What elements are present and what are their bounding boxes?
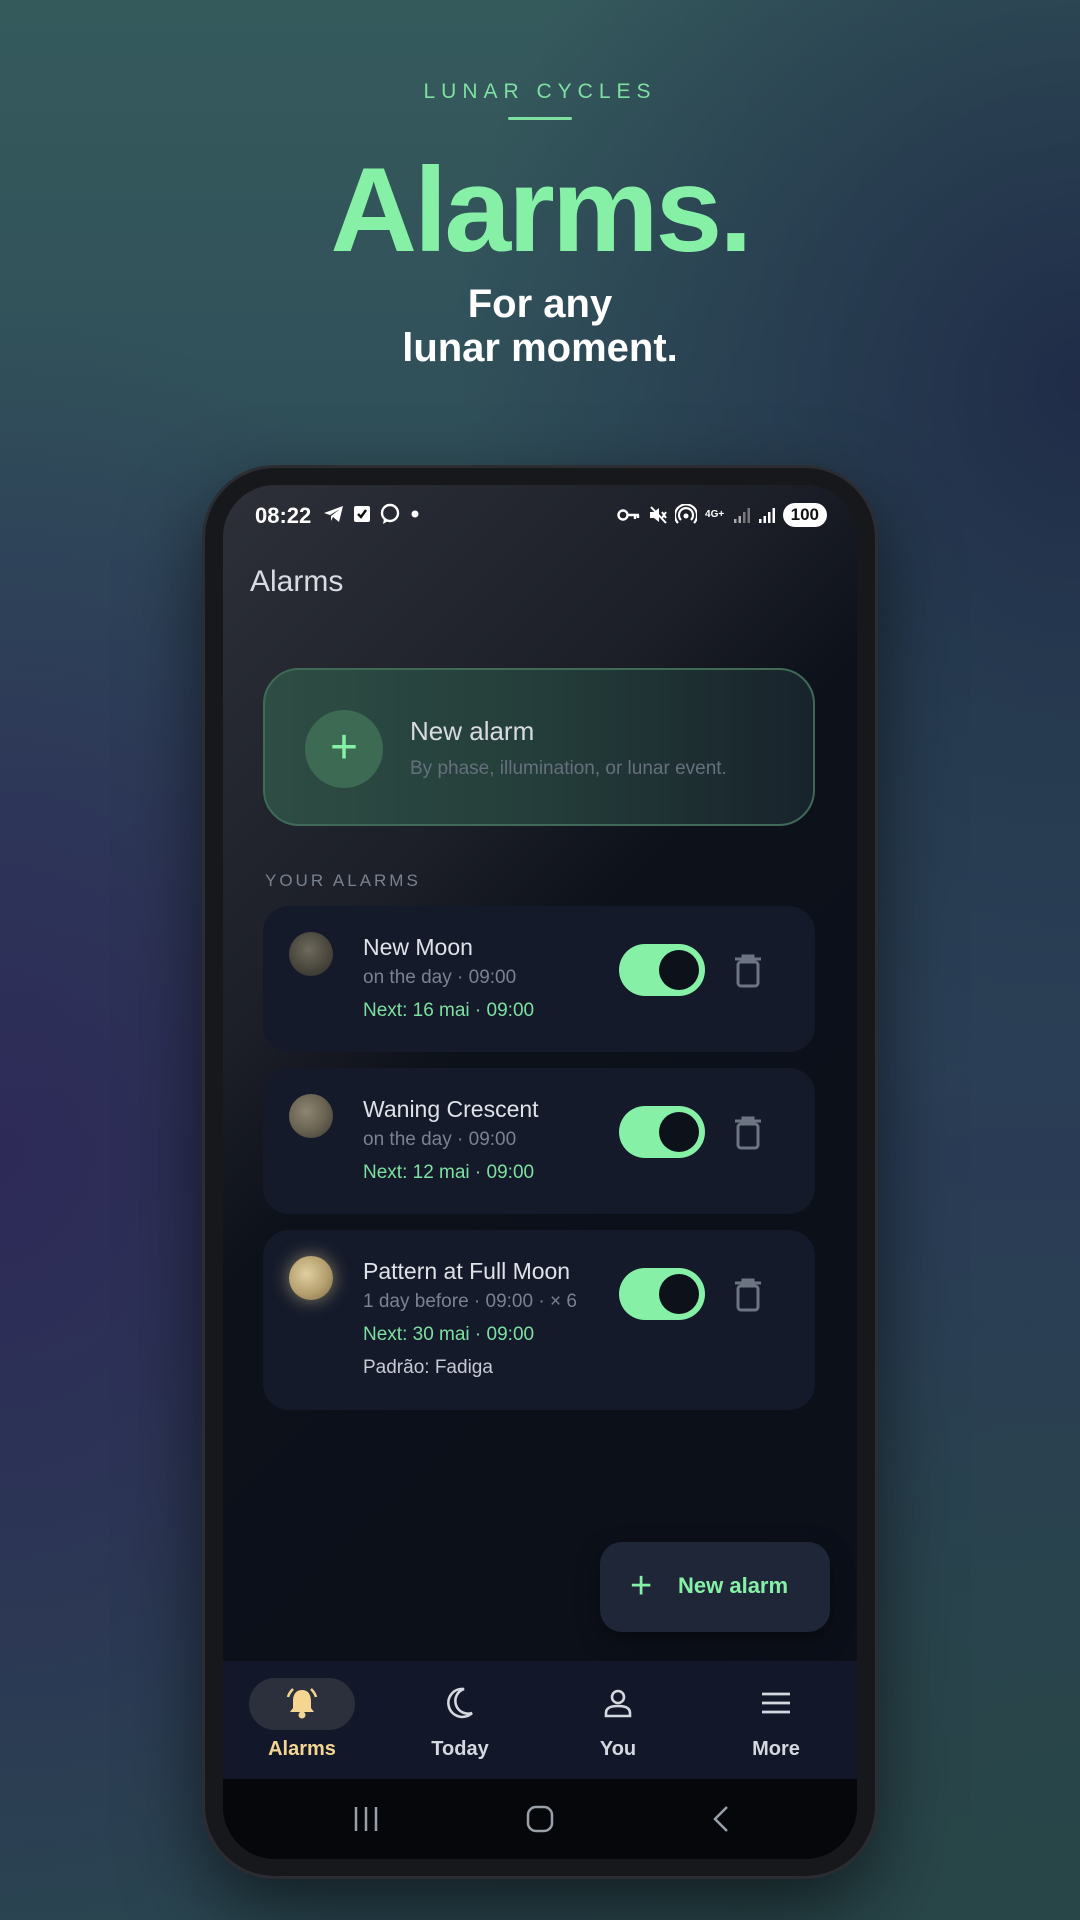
nav-icon-wrapper [223,1685,381,1726]
alarm-pattern: Padrão: Fadiga [363,1357,493,1378]
alarm-toggle[interactable] [619,944,705,996]
alarm-card[interactable]: Waning Crescent on the day · 09:00 Next:… [263,1068,815,1214]
battery-level: 100 [790,505,819,524]
eyebrow-divider [508,117,572,120]
hotspot-icon [674,504,697,524]
new-alarm-title: New alarm [410,716,535,746]
promo-subline-1: For any [467,282,613,326]
trash-icon[interactable] [733,1278,763,1312]
nav-item-more[interactable]: More [697,1661,855,1779]
nav-icon-wrapper [381,1685,539,1726]
alarm-toggle[interactable] [619,1268,705,1320]
status-time: 08:22 [255,503,312,528]
nav-item-alarms[interactable]: Alarms [223,1661,381,1779]
back-icon[interactable] [709,1803,733,1835]
bell-icon [286,1688,318,1719]
nav-icon-wrapper [539,1685,697,1726]
nav-label: You [599,1738,637,1760]
plus-icon: + [630,1565,653,1607]
alarm-next: Next: 16 mai · 09:00 [363,1000,535,1021]
alarm-schedule: on the day · 09:00 [363,1129,517,1150]
section-heading: YOUR ALARMS [265,871,421,890]
nav-label: Alarms [268,1738,336,1760]
alarm-card[interactable]: Pattern at Full Moon 1 day before · 09:0… [263,1230,815,1410]
home-icon[interactable] [525,1803,555,1835]
nav-label: Today [431,1738,489,1760]
alarm-name: Pattern at Full Moon [363,1258,571,1284]
nav-item-you[interactable]: You [539,1661,697,1779]
toggle-knob [659,1274,699,1314]
system-nav-bar [223,1779,857,1859]
telegram-icon [324,506,343,522]
alarm-name: New Moon [363,934,473,960]
waning-crescent-icon [289,1094,333,1138]
alarm-schedule: 1 day before · 09:00 · × 6 [363,1291,577,1312]
eyebrow-label: LUNAR CYCLES [423,80,657,103]
new-alarm-card[interactable]: + New alarm By phase, illumination, or l… [263,668,815,826]
trash-icon[interactable] [733,1116,763,1150]
trash-icon[interactable] [733,954,763,988]
plus-icon: + [329,721,359,774]
signal-icon-2 [758,508,775,523]
battery-indicator: 100 [782,503,827,527]
nav-label: More [752,1738,800,1760]
fab-label: New alarm [678,1573,789,1598]
menu-icon [762,1692,790,1714]
checkbox-notification-icon [354,506,370,522]
new-moon-icon [289,932,333,976]
nav-icon-wrapper [697,1685,855,1726]
status-notification-icons [323,503,421,525]
promo-headline: Alarms. [330,143,752,277]
full-moon-icon [289,1256,333,1300]
alarm-card[interactable]: New Moon on the day · 09:00 Next: 16 mai… [263,906,815,1052]
toggle-knob [659,950,699,990]
network-type-label: 4G+ [705,509,725,520]
nav-item-today[interactable]: Today [381,1661,539,1779]
new-alarm-subtitle: By phase, illumination, or lunar event. [410,758,727,779]
new-alarm-fab[interactable]: + New alarm [600,1542,830,1632]
status-bar: 08:22 4G+ 100 [223,485,857,545]
toggle-knob [659,1112,699,1152]
alarm-name: Waning Crescent [363,1096,539,1122]
alarm-schedule: on the day · 09:00 [363,967,517,988]
recent-apps-icon[interactable] [351,1803,381,1835]
person-icon [604,1689,632,1718]
status-system-icons: 4G+ 100 [616,503,827,527]
promo-subline-2: lunar moment. [402,326,678,370]
page-title: Alarms [250,565,344,598]
crescent-moon-icon [447,1687,473,1719]
bottom-nav: Alarms Today You More [223,1661,857,1779]
add-circle: + [305,710,383,788]
chat-bubble-icon [380,503,400,524]
phone-screen: 08:22 4G+ 100 Alarms + New alarm By phas… [223,485,857,1859]
vpn-key-icon [616,509,639,521]
alarm-next: Next: 30 mai · 09:00 [363,1324,535,1345]
alarm-toggle[interactable] [619,1106,705,1158]
signal-icon-1 [733,508,750,523]
dot-icon [411,510,419,518]
mute-icon [649,506,667,524]
alarm-next: Next: 12 mai · 09:00 [363,1162,535,1183]
